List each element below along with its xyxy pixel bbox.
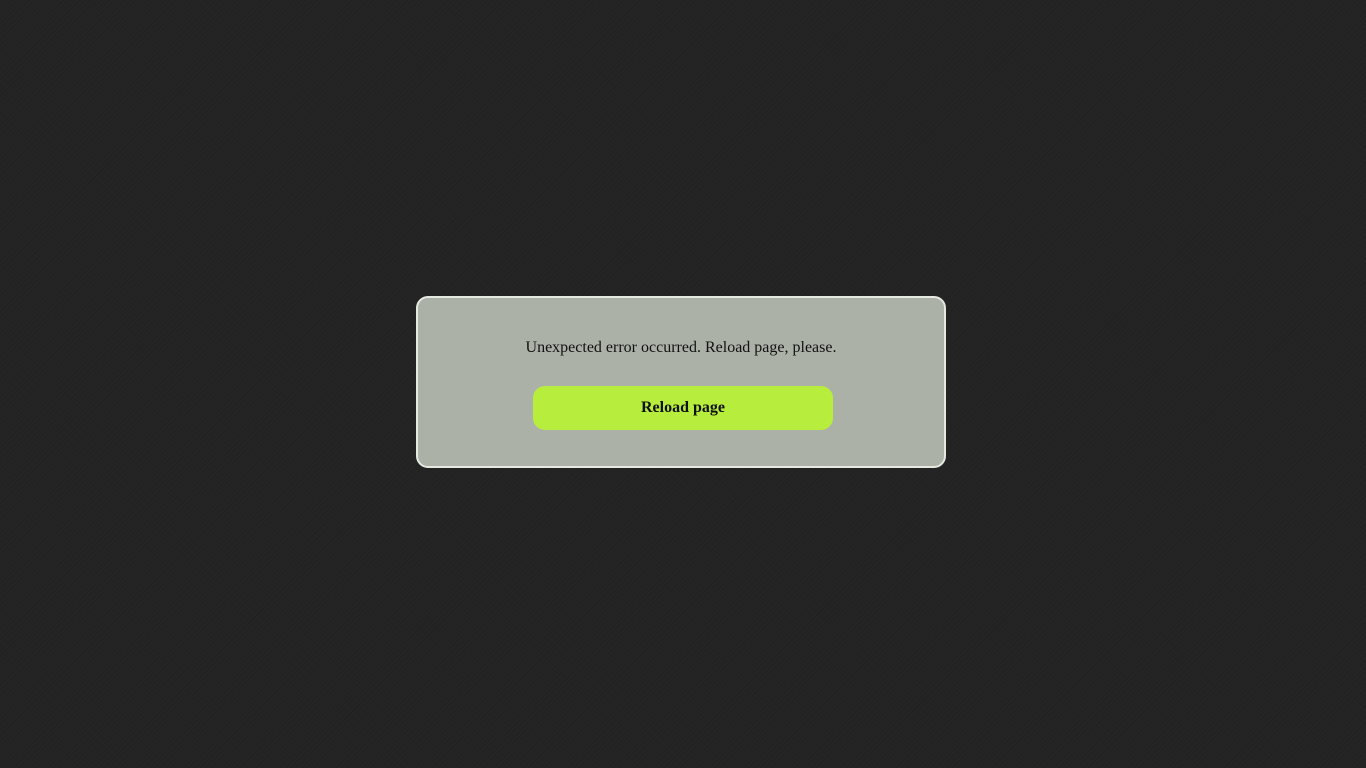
error-message: Unexpected error occurred. Reload page, … xyxy=(525,339,837,356)
page-background: { "dialog": { "message": "Unexpected err… xyxy=(0,0,1366,768)
reload-page-button[interactable]: Reload page xyxy=(533,386,833,430)
error-dialog: Unexpected error occurred. Reload page, … xyxy=(416,296,946,468)
